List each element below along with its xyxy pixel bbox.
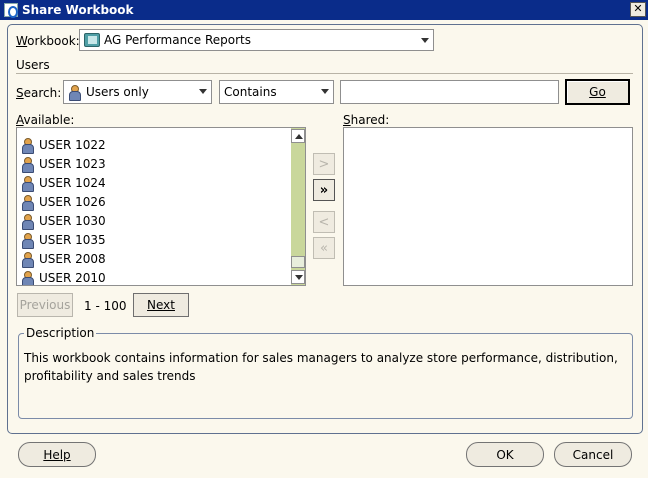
workbook-label: Workbook:	[16, 34, 80, 48]
ok-button[interactable]: OK	[466, 442, 544, 467]
search-label: Search:	[16, 86, 62, 100]
next-button[interactable]: Next	[133, 293, 189, 317]
user-icon	[21, 138, 34, 154]
help-button-label: Help	[43, 447, 71, 462]
user-list-item[interactable]: USER 2010	[21, 269, 106, 285]
user-icon	[21, 233, 34, 249]
next-button-label: Next	[147, 298, 175, 312]
search-input[interactable]	[340, 80, 559, 104]
user-list-item[interactable]: USER 1030	[21, 212, 106, 230]
scroll-down-button[interactable]	[291, 270, 305, 284]
user-list-item-label: USER 1022	[39, 138, 106, 152]
cancel-button-label: Cancel	[572, 447, 614, 462]
user-list-item-label: USER 1023	[39, 157, 106, 171]
user-list-item[interactable]: USER 1035	[21, 231, 106, 249]
description-label: Description	[24, 326, 97, 340]
user-list-item[interactable]: USER 1023	[21, 155, 106, 173]
user-list-item-label: USER 1035	[39, 233, 106, 247]
app-icon	[4, 3, 18, 18]
page-range: 1 - 100	[84, 299, 127, 313]
user-list-item-label: USER 1030	[39, 214, 106, 228]
available-list[interactable]: USER 1022 USER 1023 USER 1024 USER 1026 USER…	[16, 127, 306, 286]
description-text: This workbook contains information for s…	[24, 351, 618, 383]
search-condition-select[interactable]: Contains	[219, 80, 334, 104]
user-icon	[21, 157, 34, 173]
cancel-button[interactable]: Cancel	[554, 442, 632, 467]
previous-button[interactable]: Previous	[17, 293, 73, 317]
user-list-item[interactable]: USER 1024	[21, 174, 106, 192]
shared-label: Shared:	[343, 113, 390, 127]
go-button[interactable]: Go	[565, 79, 630, 105]
search-condition-selected: Contains	[224, 85, 277, 99]
workbook-icon	[84, 33, 100, 47]
user-list-item-label: USER 2008	[39, 252, 106, 266]
user-icon	[68, 85, 81, 101]
previous-button-label: Previous	[19, 298, 71, 312]
user-icon	[21, 271, 34, 285]
ok-button-label: OK	[496, 447, 514, 462]
available-label: Available:	[16, 113, 75, 127]
user-list-item-label: USER 2010	[39, 271, 106, 285]
user-icon	[21, 176, 34, 192]
remove-button[interactable]: <	[313, 211, 335, 233]
move-button[interactable]: >	[313, 153, 335, 175]
users-section-label: Users	[16, 58, 50, 72]
search-type-select[interactable]: Users only	[63, 80, 212, 104]
scroll-up-button[interactable]	[291, 129, 305, 143]
go-button-label: Go	[589, 85, 606, 99]
scroll-grip[interactable]	[291, 256, 305, 268]
shared-list[interactable]	[343, 127, 633, 286]
user-list-item[interactable]: USER 2008	[21, 250, 106, 268]
section-divider	[16, 73, 633, 74]
user-list-item[interactable]: USER 1022	[21, 136, 106, 154]
search-type-selected: Users only	[86, 85, 149, 99]
title-bar: Share Workbook ✕	[0, 0, 648, 20]
close-button[interactable]: ✕	[630, 2, 646, 17]
chevron-down-icon	[421, 38, 429, 43]
user-icon	[21, 252, 34, 268]
remove-all-button[interactable]: «	[313, 237, 335, 259]
user-list-item-label: USER 1026	[39, 195, 106, 209]
user-icon	[21, 214, 34, 230]
user-list-item-label: USER 1024	[39, 176, 106, 190]
workbook-selected: AG Performance Reports	[104, 33, 251, 47]
help-button[interactable]: Help	[18, 442, 96, 467]
chevron-down-icon	[199, 89, 207, 94]
window-title: Share Workbook	[22, 3, 134, 17]
workbook-select[interactable]: AG Performance Reports	[79, 29, 434, 51]
scrollbar[interactable]	[291, 128, 305, 285]
chevron-down-icon	[321, 89, 329, 94]
user-icon	[21, 195, 34, 211]
user-list-item[interactable]: USER 1026	[21, 193, 106, 211]
move-all-button[interactable]: »	[313, 179, 335, 201]
